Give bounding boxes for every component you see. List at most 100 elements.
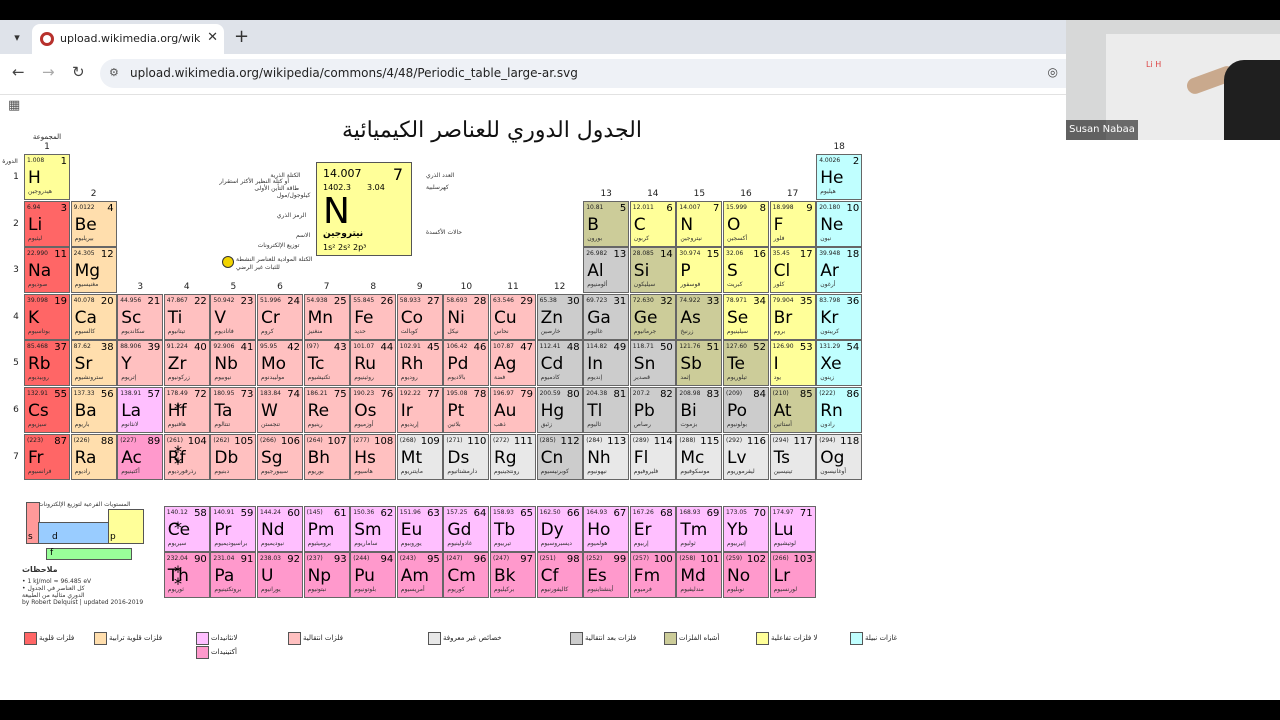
element-cell-Au[interactable]: 196.97 79 Au ذهب [490,387,536,433]
element-cell-B[interactable]: 10.81 5 B بورون [583,200,630,247]
element-cell-F[interactable]: 18.998 9 F فلور [769,200,816,247]
element-cell-C[interactable]: 12.011 6 C كربون [629,200,676,247]
forward-icon[interactable]: → [42,63,55,81]
element-cell-Sn[interactable]: 118.71 50 Sn قصدير [629,340,676,387]
element-cell-Sb[interactable]: 121.76 51 Sb إثمد [676,340,723,387]
element-cell-At[interactable]: (210) 85 At أستاتين [769,387,816,433]
element-cell-Sg[interactable]: (266) 106 Sg سيبورجيوم [257,433,303,480]
element-cell-O[interactable]: 15.999 8 O أكسجين [723,200,769,247]
element-cell-H[interactable]: 1.008 1 H هيدروجين [24,154,70,200]
element-cell-Rf[interactable]: (261) 104 Rf رذرفورديوم [163,433,210,480]
element-cell-Cf[interactable]: (251) 98 Cf كاليفورنيوم [536,552,583,598]
element-cell-Ag[interactable]: 107.87 47 Ag فضة [490,340,536,387]
element-cell-P[interactable]: 30.974 15 P فوسفور [676,247,723,294]
element-cell-Cs[interactable]: 132.91 55 Cs سيزيوم [24,387,70,433]
element-cell-Cr[interactable]: 51.996 24 Cr كروم [257,293,303,340]
element-cell-Gd[interactable]: 157.25 64 Gd غادولينيوم [443,506,490,552]
browser-tab[interactable]: upload.wikimedia.org/wikipedi ✕ [32,24,224,54]
element-cell-As[interactable]: 74.922 33 As زرنيخ [676,293,723,340]
element-cell-Nb[interactable]: 92.906 41 Nb نيوبيوم [210,340,257,387]
element-cell-Bk[interactable]: (247) 97 Bk بركيليوم [490,552,536,598]
element-cell-Se[interactable]: 78.971 34 Se سيلينيوم [723,293,769,340]
element-cell-Eu[interactable]: 151.96 63 Eu يوروبيوم [396,506,443,552]
element-cell-Ti[interactable]: 47.867 22 Ti تيتانيوم [163,293,210,340]
element-cell-Rg[interactable]: (272) 111 Rg رونتجينيوم [490,433,536,480]
element-cell-Kr[interactable]: 83.798 36 Kr كريبتون [816,293,863,340]
element-cell-Pr[interactable]: 140.91 59 Pr براسيوديميوم [210,506,257,552]
element-cell-Be[interactable]: 9.0122 4 Be بيريليوم [70,200,117,247]
element-cell-Db[interactable]: (262) 105 Db دبنيوم [210,433,257,480]
element-cell-Cm[interactable]: (247) 96 Cm كوريوم [443,552,490,598]
element-cell-Hf[interactable]: 178.49 72 Hf هافنيوم [163,387,210,433]
element-cell-Ar[interactable]: 39.948 18 Ar أرغون [816,247,863,294]
element-cell-Ta[interactable]: 180.95 73 Ta تنتالوم [210,387,257,433]
element-cell-Mo[interactable]: 95.95 42 Mo موليبدنوم [257,340,303,387]
close-tab-icon[interactable]: ✕ [207,30,218,45]
element-cell-Al[interactable]: 26.982 13 Al ألومنيوم [583,247,630,294]
new-tab-icon[interactable]: + [234,26,249,47]
element-cell-I[interactable]: 126.90 53 I يود [769,340,816,387]
element-cell-He[interactable]: 4.0026 2 He هيليوم [816,154,863,200]
element-cell-Pd[interactable]: 106.42 46 Pd بالاديوم [443,340,490,387]
element-cell-Re[interactable]: 186.21 75 Re رينيوم [303,387,350,433]
element-cell-Lv[interactable]: (292) 116 Lv ليفرموريوم [723,433,769,480]
element-cell-Po[interactable]: (209) 84 Po بولونيوم [723,387,769,433]
element-cell-Md[interactable]: (258) 101 Md مندليفيوم [676,552,723,598]
element-cell-Te[interactable]: 127.60 52 Te تيلوريوم [723,340,769,387]
element-cell-Nd[interactable]: 144.24 60 Nd نيوديميوم [257,506,303,552]
element-cell-Fl[interactable]: (289) 114 Fl فليروفيوم [629,433,676,480]
element-cell-Zn[interactable]: 65.38 30 Zn خارصين [536,293,583,340]
element-cell-Fe[interactable]: 55.845 26 Fe حديد [350,293,397,340]
element-cell-Mt[interactable]: (268) 109 Mt مايتنريوم [396,433,443,480]
element-cell-Pt[interactable]: 195.08 78 Pt بلاتين [443,387,490,433]
element-cell-Fm[interactable]: (257) 100 Fm فرميوم [629,552,676,598]
element-cell-Os[interactable]: 190.23 76 Os أوزميوم [350,387,397,433]
element-cell-Ru[interactable]: 101.07 44 Ru روثينيوم [350,340,397,387]
element-cell-Bi[interactable]: 208.98 83 Bi بزموت [676,387,723,433]
element-cell-Hs[interactable]: (277) 108 Hs هاسيوم [350,433,397,480]
element-cell-Sc[interactable]: 44.956 21 Sc سكانديوم [117,293,164,340]
element-cell-No[interactable]: (259) 102 No نوبليوم [723,552,769,598]
element-cell-Cd[interactable]: 112.41 48 Cd كادميوم [536,340,583,387]
element-cell-Hg[interactable]: 200.59 80 Hg زئبق [536,387,583,433]
apps-grid-icon[interactable]: ▦ [8,98,20,113]
element-cell-Cu[interactable]: 63.546 29 Cu نحاس [490,293,536,340]
element-cell-Ho[interactable]: 164.93 67 Ho هولميوم [583,506,630,552]
address-bar[interactable]: ⚙ upload.wikimedia.org/wikipedia/commons… [100,59,1080,88]
element-cell-Es[interactable]: (252) 99 Es أينشتاينيوم [583,552,630,598]
element-cell-Mg[interactable]: 24.305 12 Mg مغنيسيوم [70,247,117,294]
element-cell-Si[interactable]: 28.085 14 Si سيليكون [629,247,676,294]
element-cell-Ce[interactable]: 140.12 58 Ce سيريوم [163,506,210,552]
element-cell-Mn[interactable]: 54.938 25 Mn منغنيز [303,293,350,340]
element-cell-Am[interactable]: (243) 95 Am أمريسيوم [396,552,443,598]
element-cell-Np[interactable]: (237) 93 Np نبتونيوم [303,552,350,598]
element-cell-V[interactable]: 50.942 23 V فاناديوم [210,293,257,340]
element-cell-Dy[interactable]: 162.50 66 Dy ديسبروسيوم [536,506,583,552]
element-cell-Ra[interactable]: (226) 88 Ra راديوم [70,433,117,480]
element-cell-Ni[interactable]: 58.693 28 Ni نيكل [443,293,490,340]
element-cell-Ds[interactable]: (271) 110 Ds دارمشتاتيوم [443,433,490,480]
element-cell-Li[interactable]: 6.94 3 Li ليثيوم [24,200,70,247]
element-cell-Og[interactable]: (294) 118 Og أوغانيسون [816,433,863,480]
tab-search-icon[interactable]: ▾ [6,28,28,48]
element-cell-Fr[interactable]: (223) 87 Fr فرانسيوم [24,433,70,480]
element-cell-U[interactable]: 238.03 92 U يورانيوم [257,552,303,598]
element-cell-Co[interactable]: 58.933 27 Co كوبالت [396,293,443,340]
element-cell-W[interactable]: 183.84 74 W تنجستن [257,387,303,433]
back-icon[interactable]: ← [12,63,25,81]
element-cell-Ac[interactable]: (227) 89 Ac أكتينيوم [117,433,164,480]
element-cell-Zr[interactable]: 91.224 40 Zr زركونيوم [163,340,210,387]
element-cell-Cn[interactable]: (285) 112 Cn كوبرنيسيوم [536,433,583,480]
element-cell-Lu[interactable]: 174.97 71 Lu لوتيشيوم [769,506,816,552]
element-cell-Tm[interactable]: 168.93 69 Tm ثوليوم [676,506,723,552]
element-cell-Nh[interactable]: (284) 113 Nh نيهونيوم [583,433,630,480]
element-cell-Y[interactable]: 88.906 39 Y إتريوم [117,340,164,387]
element-cell-Rn[interactable]: (222) 86 Rn رادون [816,387,863,433]
element-cell-Mc[interactable]: (288) 115 Mc موسكوفيوم [676,433,723,480]
element-cell-Sr[interactable]: 87.62 38 Sr سترونشيوم [70,340,117,387]
element-cell-Ga[interactable]: 69.723 31 Ga غاليوم [583,293,630,340]
element-cell-La[interactable]: 138.91 57 La لانثانوم [117,387,164,433]
element-cell-Tb[interactable]: 158.93 65 Tb تيربيوم [490,506,536,552]
element-cell-Ge[interactable]: 72.630 32 Ge جرمانيوم [629,293,676,340]
element-cell-Lr[interactable]: (266) 103 Lr لورنسيوم [769,552,816,598]
